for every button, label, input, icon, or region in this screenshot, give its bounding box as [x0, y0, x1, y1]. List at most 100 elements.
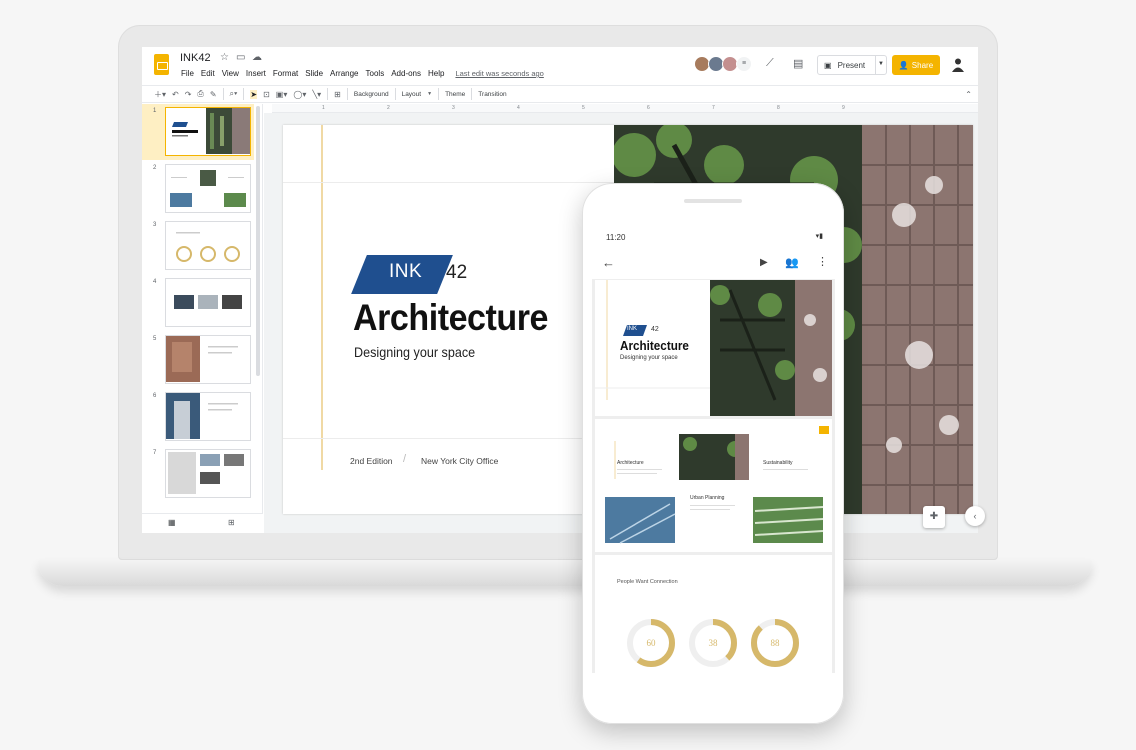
menu-insert[interactable]: Insert	[246, 69, 266, 78]
phone-slide-subtitle: Designing your space	[620, 355, 678, 361]
wifi-battery-icon: ▾▮	[815, 233, 823, 240]
slide-divider	[283, 438, 614, 439]
menu-view[interactable]: View	[222, 69, 239, 78]
status-time: 11:20	[606, 233, 626, 242]
phone-slide-3[interactable]: People Want Connection 60 38 88	[595, 555, 832, 673]
app-header: INK42 ☆ ▭ ☁ File Edit View Insert Format…	[142, 47, 978, 85]
slide-thumbnail-7[interactable]: 7	[142, 446, 254, 502]
print-icon[interactable]: ⎙	[197, 89, 203, 99]
ruler-number: 1	[322, 105, 325, 111]
share-label: Share	[911, 60, 934, 70]
side-panel-toggle[interactable]: ‹	[965, 506, 985, 526]
chevron-down-icon[interactable]: ▼	[878, 61, 884, 67]
phone-slide-1[interactable]: INK 42 Architecture Designing your space	[595, 280, 832, 416]
back-arrow-icon[interactable]: ←	[602, 255, 615, 270]
phone-col-heading: Urban Planning	[690, 495, 725, 501]
select-cursor-icon[interactable]: ➤	[250, 89, 258, 99]
slide-divider	[283, 182, 614, 183]
menu-format[interactable]: Format	[273, 69, 298, 78]
last-edit-link[interactable]: Last edit was seconds ago	[455, 69, 543, 78]
thumbnail-preview	[165, 107, 251, 156]
star-icon[interactable]: ☆	[220, 52, 229, 63]
slide-number: 1	[153, 108, 157, 114]
present-button[interactable]: ▣ Present ▼	[817, 55, 887, 75]
menu-edit[interactable]: Edit	[201, 69, 215, 78]
slide-subtitle[interactable]: Designing your space	[354, 344, 475, 360]
thumbnail-preview	[165, 449, 251, 498]
ink-logo-number: 42	[446, 262, 468, 283]
menu-help[interactable]: Help	[428, 69, 444, 78]
textbox-icon[interactable]: ⊡	[263, 90, 270, 99]
redo-icon[interactable]: ↷	[185, 90, 192, 99]
comment-icon[interactable]: ▤	[793, 57, 803, 70]
filmstrip-scrollbar[interactable]	[256, 106, 260, 376]
menu-addons[interactable]: Add-ons	[391, 69, 421, 78]
office-text[interactable]: New York City Office	[421, 456, 498, 466]
ruler-number: 6	[647, 105, 650, 111]
background-button[interactable]: Background	[354, 91, 389, 98]
present-label: Present	[837, 60, 866, 70]
folder-icon[interactable]: ▭	[236, 52, 245, 63]
more-collaborators-icon[interactable]: ≡	[736, 56, 752, 72]
slide-number: 3	[153, 222, 157, 228]
separator-slash: /	[403, 453, 407, 465]
phone-slide-2[interactable]: Architecture Urban Planning Sustainabili…	[595, 419, 832, 552]
slide-filmstrip: 1 2 3 4 5 6 7 ▦ ⊞	[142, 104, 263, 533]
document-title[interactable]: INK42	[180, 52, 211, 64]
ruler-number: 5	[582, 105, 585, 111]
grid-view-icon[interactable]: ⊞	[228, 518, 235, 527]
phone-app-bar: ← ▶ 👥 ⋮	[592, 247, 835, 279]
undo-icon[interactable]: ↶	[172, 90, 179, 99]
slide-number: 7	[153, 450, 157, 456]
slide-number: 2	[153, 165, 157, 171]
explore-button[interactable]: ✚	[923, 506, 945, 528]
menu-tools[interactable]: Tools	[366, 69, 385, 78]
slide-thumbnail-2[interactable]: 2	[142, 161, 254, 217]
layout-button[interactable]: Layout	[402, 91, 422, 98]
transition-button[interactable]: Transition	[478, 91, 506, 98]
ruler-number: 3	[452, 105, 455, 111]
phone-device: 11:20 ▾▮ ← ▶ 👥 ⋮ INK 42 Architecture Des…	[582, 183, 844, 724]
line-icon[interactable]: ╲▾	[312, 90, 321, 99]
thumbnail-preview	[165, 392, 251, 441]
present-icon: ▣	[824, 60, 832, 70]
menu-file[interactable]: File	[181, 69, 194, 78]
activity-trend-icon[interactable]: ⟋	[766, 57, 774, 70]
slide-thumbnail-5[interactable]: 5	[142, 332, 254, 388]
laptop-base	[38, 560, 1092, 586]
chevron-down-icon[interactable]: ▼	[427, 91, 432, 97]
collapse-up-icon[interactable]: ⌃	[965, 90, 972, 99]
share-button[interactable]: 👤 Share	[892, 55, 940, 75]
filmstrip-footer: ▦ ⊞	[142, 513, 263, 533]
slides-logo-icon[interactable]	[154, 54, 169, 75]
slide-number: 5	[153, 336, 157, 342]
phone-speaker	[684, 199, 742, 203]
more-vert-icon[interactable]: ⋮	[817, 255, 828, 268]
filmstrip-view-icon[interactable]: ▦	[168, 518, 176, 527]
person-add-icon: 👤	[898, 60, 909, 70]
slide-thumbnail-1[interactable]: 1	[142, 104, 254, 160]
cloud-icon[interactable]: ☁	[252, 52, 262, 63]
menu-arrange[interactable]: Arrange	[330, 69, 358, 78]
slide-thumbnail-3[interactable]: 3	[142, 218, 254, 274]
slide-title[interactable]: Architecture	[353, 297, 548, 339]
phone-status-bar: 11:20 ▾▮	[592, 225, 835, 247]
image-icon[interactable]: ▣▾	[276, 90, 288, 99]
menu-bar: File Edit View Insert Format Slide Arran…	[181, 69, 544, 78]
slide-thumbnail-4[interactable]: 4	[142, 275, 254, 331]
shape-icon[interactable]: ◯▾	[293, 90, 306, 99]
slide-number: 4	[153, 279, 157, 285]
comment-add-icon[interactable]: ⊞	[334, 90, 341, 99]
account-avatar[interactable]	[950, 56, 966, 72]
person-add-icon[interactable]: 👥	[785, 256, 799, 269]
zoom-icon[interactable]: ⌕▾	[230, 89, 238, 99]
ink-logo-text: INK	[389, 261, 423, 282]
theme-button[interactable]: Theme	[445, 91, 465, 98]
edition-text[interactable]: 2nd Edition	[350, 456, 393, 466]
paint-format-icon[interactable]: ✎	[210, 90, 217, 99]
menu-slide[interactable]: Slide	[305, 69, 323, 78]
slide-thumbnail-6[interactable]: 6	[142, 389, 254, 445]
progress-rings: 60 38 88	[627, 619, 799, 667]
new-slide-icon[interactable]: ＋▾	[154, 89, 166, 100]
play-icon[interactable]: ▶	[760, 257, 768, 268]
